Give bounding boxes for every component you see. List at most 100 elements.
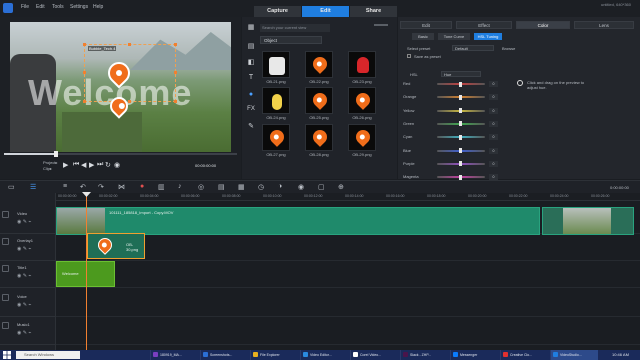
stop-motion-icon[interactable]: ◉ <box>298 183 304 191</box>
track-controls-icon[interactable]: ◉ ✎ ⌁ <box>17 302 31 308</box>
timeline-view-icon[interactable]: ☰ <box>30 183 36 191</box>
eye-icon[interactable] <box>517 80 523 86</box>
subtab-tone-curve[interactable]: Tone Curve <box>438 33 470 40</box>
scrubber-handle[interactable] <box>54 151 58 157</box>
clip-mode-label[interactable]: Clip▸ <box>43 166 52 171</box>
track-toggle[interactable] <box>2 294 9 301</box>
mask-icon[interactable]: ◑ <box>278 183 282 190</box>
taskbar-app[interactable]: Corel Video... <box>350 350 398 360</box>
library-thumbnail[interactable] <box>262 87 290 114</box>
track-toggle[interactable] <box>2 322 9 329</box>
hsl-slider[interactable] <box>437 81 485 87</box>
hsl-slider[interactable] <box>437 148 485 153</box>
multicam-icon[interactable]: ▦ <box>238 183 245 191</box>
taskbar-app[interactable]: Creative Clo... <box>500 350 548 360</box>
zoom-icon[interactable]: ⊕ <box>338 183 344 191</box>
step-back-icon[interactable]: ◀ <box>81 161 86 169</box>
title-icon[interactable]: T <box>246 74 256 82</box>
taskbar-app[interactable]: Messenger <box>450 350 498 360</box>
hsl-value-field[interactable]: 0 <box>489 94 498 101</box>
slider-knob[interactable] <box>459 161 462 167</box>
library-thumbnail[interactable] <box>262 51 290 78</box>
path-icon[interactable]: ✎ <box>246 122 256 130</box>
filter-icon[interactable]: FX <box>246 106 256 114</box>
hsl-slider[interactable] <box>437 134 485 140</box>
taskbar-app[interactable]: VideoStudio... <box>550 350 598 360</box>
resize-handle[interactable] <box>128 43 131 46</box>
tab-share[interactable]: Share <box>350 6 397 17</box>
resize-handle[interactable] <box>83 71 86 74</box>
preview-video[interactable]: Welcome Bubble_Tech.4 <box>10 22 231 152</box>
hsl-slider[interactable] <box>437 174 485 180</box>
subtitle-icon[interactable]: ▤ <box>218 183 225 191</box>
taskbar-app[interactable]: File Explorer <box>250 350 298 360</box>
video-clip-2[interactable] <box>542 207 634 235</box>
slider-knob[interactable] <box>459 121 462 127</box>
preview-timecode[interactable]: 00:00:00:00 <box>195 163 216 168</box>
option-tab-edit[interactable]: Edit <box>400 21 452 29</box>
undo-icon[interactable]: ↶ <box>80 183 86 191</box>
slider-knob[interactable] <box>459 174 462 180</box>
menu-settings[interactable]: Settings <box>70 4 88 10</box>
playhead[interactable] <box>86 193 87 350</box>
track-controls-icon[interactable]: ◉ ✎ ⌁ <box>17 273 31 279</box>
play-icon[interactable]: ▶ <box>63 161 68 169</box>
search-input[interactable]: Search your current view <box>260 24 330 32</box>
timer-icon[interactable]: ◷ <box>258 183 264 191</box>
taskbar-app[interactable]: Video Editor... <box>300 350 348 360</box>
resize-handle[interactable] <box>174 43 177 46</box>
track-toggle[interactable] <box>2 238 9 245</box>
storyboard-view-icon[interactable]: ▭ <box>8 183 15 191</box>
track-controls-icon[interactable]: ◉ ✎ ⌁ <box>17 246 31 252</box>
taskbar-app[interactable]: 180919_MA... <box>150 350 198 360</box>
video-clip[interactable]: 101111_185818_Import - Copy.MOV <box>56 207 540 235</box>
menu-file[interactable]: File <box>21 4 29 10</box>
hsl-slider[interactable] <box>437 108 485 114</box>
library-thumbnail[interactable] <box>305 51 333 78</box>
hsl-value-field[interactable]: 0 <box>489 107 498 114</box>
option-tab-lens[interactable]: Lens <box>574 21 634 29</box>
project-mode-label[interactable]: Project▸ <box>43 160 57 165</box>
mixer-icon[interactable]: ▥ <box>158 183 165 191</box>
hsl-value-field[interactable]: 0 <box>489 134 498 141</box>
tab-edit[interactable]: Edit <box>302 6 349 17</box>
slider-knob[interactable] <box>459 108 462 114</box>
hsl-slider[interactable] <box>437 94 485 100</box>
hsl-value-field[interactable]: 0 <box>489 160 498 167</box>
preset-dropdown[interactable]: Default <box>452 45 494 51</box>
tracks-icon[interactable]: ≡ <box>63 183 67 190</box>
redo-icon[interactable]: ↷ <box>98 183 104 191</box>
option-tab-color[interactable]: Color <box>516 21 570 29</box>
track-toggle[interactable] <box>2 211 9 218</box>
resize-handle[interactable] <box>174 71 177 74</box>
slider-knob[interactable] <box>459 94 462 100</box>
save-preset-checkbox[interactable] <box>407 54 411 58</box>
graphics-icon[interactable]: ● <box>246 91 256 99</box>
auto-music-icon[interactable]: ♪ <box>178 183 182 190</box>
track-toggle[interactable] <box>2 265 9 272</box>
library-thumbnail[interactable] <box>305 87 333 114</box>
hsl-value-field[interactable]: 0 <box>489 120 498 127</box>
split-icon[interactable]: ⋈ <box>118 183 125 191</box>
repeat-icon[interactable]: ↻ <box>105 161 111 169</box>
browse-button[interactable]: Browse <box>502 46 515 51</box>
taskbar-search[interactable]: Search Windows <box>16 351 80 359</box>
volume-icon[interactable]: ◉ <box>114 161 120 169</box>
subtab-hsl-tuning[interactable]: HSL Tuning <box>474 33 502 40</box>
track-controls-icon[interactable]: ◉ ✎ ⌁ <box>17 219 31 225</box>
hsl-slider[interactable] <box>437 161 485 167</box>
fast-forward-icon[interactable]: ⏭ <box>97 161 103 169</box>
instant-project-icon[interactable]: ▤ <box>246 42 256 50</box>
taskbar-app[interactable]: Slack - ZHP... <box>400 350 448 360</box>
menu-help[interactable]: Help <box>93 4 103 10</box>
resize-handle[interactable] <box>174 100 177 103</box>
slider-knob[interactable] <box>459 134 462 140</box>
overlay-clip[interactable]: OB-30.png <box>87 233 145 259</box>
library-thumbnail[interactable] <box>348 124 376 151</box>
menu-tools[interactable]: Tools <box>52 4 64 10</box>
tab-capture[interactable]: Capture <box>254 6 301 17</box>
taskbar-app[interactable]: Screenshots... <box>200 350 248 360</box>
hsl-mode-dropdown[interactable]: Hue <box>441 71 481 77</box>
library-thumbnail[interactable] <box>305 124 333 151</box>
library-thumbnail[interactable] <box>348 87 376 114</box>
